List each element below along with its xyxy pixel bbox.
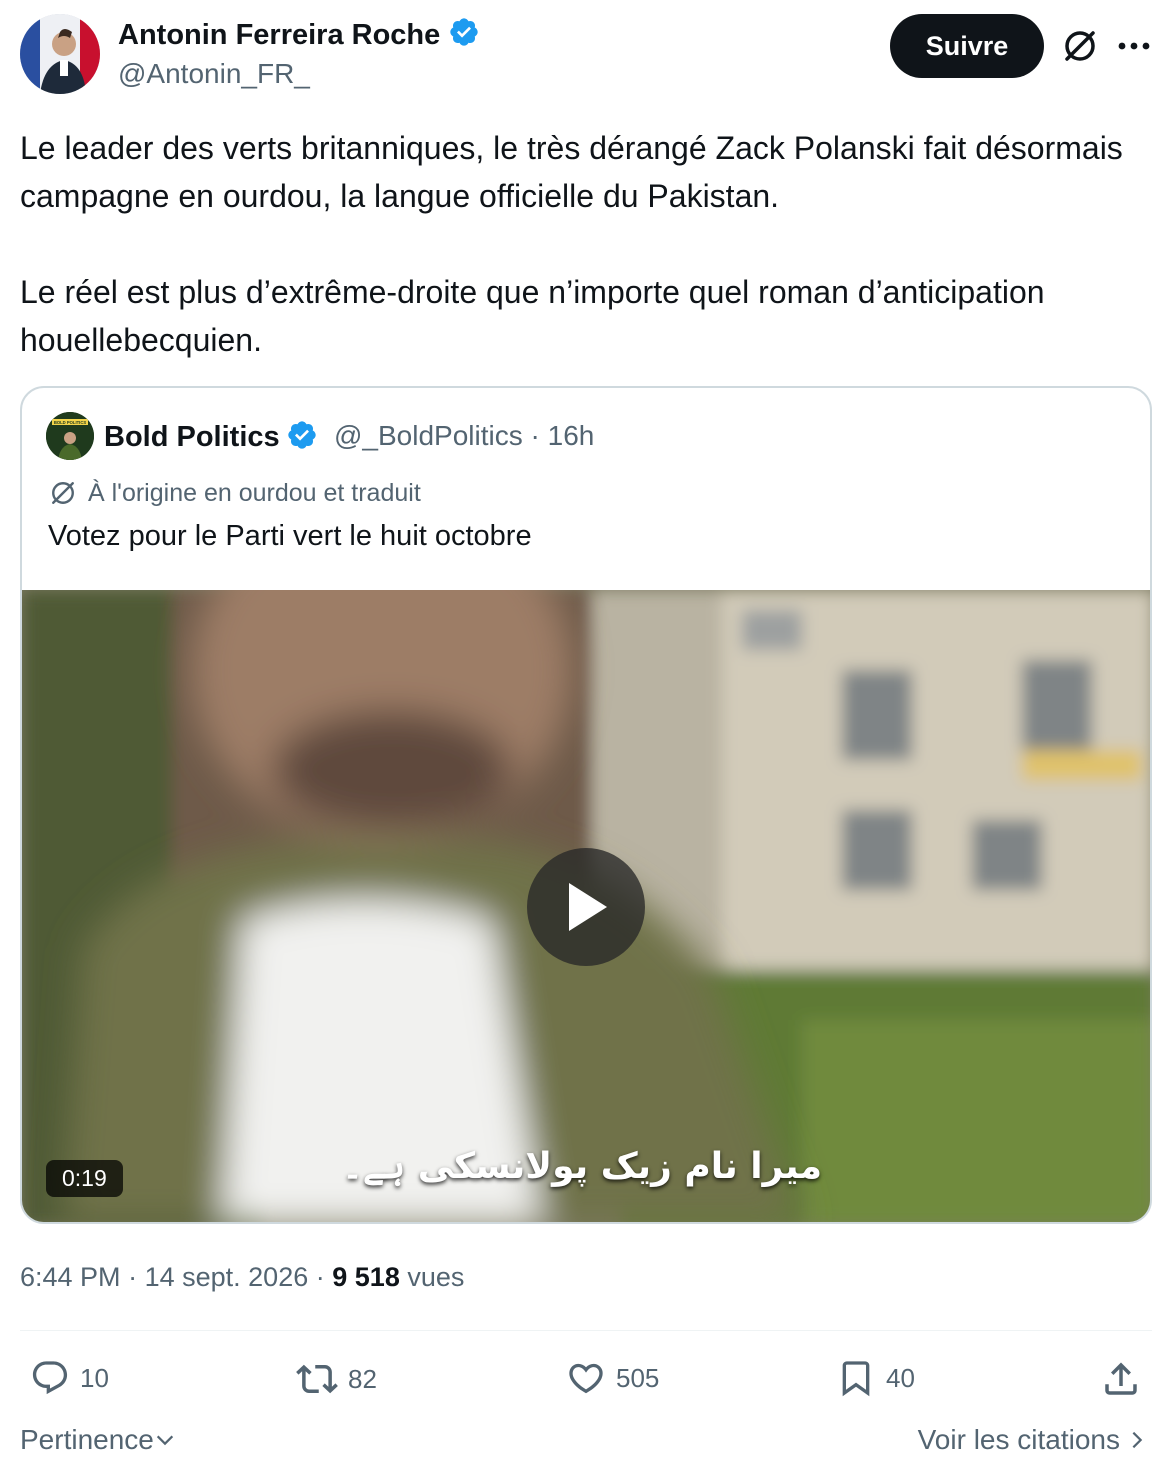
meta-separator: ·	[530, 420, 540, 451]
chevron-right-icon	[1132, 1431, 1143, 1449]
tweet-text: Le leader des verts britanniques, le trè…	[20, 124, 1150, 364]
view-quotes-label[interactable]: Voir les citations	[918, 1424, 1120, 1456]
repost-icon	[296, 1364, 338, 1394]
quoted-tweet-text: Votez pour le Parti vert le huit octobre	[48, 520, 532, 552]
bookmark-icon	[842, 1361, 870, 1397]
quoted-handle[interactable]: @_BoldPolitics	[334, 420, 523, 451]
quoted-author-name-text[interactable]: Bold Politics	[104, 421, 280, 453]
tweet-paragraph-1: Le leader des verts britanniques, le trè…	[20, 130, 1123, 214]
reply-icon	[32, 1361, 68, 1395]
meta-separator: ·	[128, 1262, 138, 1292]
no-translate-icon	[52, 482, 74, 504]
verified-badge-icon	[286, 419, 318, 459]
chevron-down-icon	[156, 1435, 173, 1446]
video-player[interactable]: میرا نام زیک پولانسکی ہے۔ 0:19	[22, 590, 1150, 1222]
tweet-date[interactable]: 14 sept. 2026	[145, 1262, 309, 1292]
tweet-time[interactable]: 6:44 PM	[20, 1262, 121, 1292]
repost-button[interactable]: 82	[296, 1358, 377, 1400]
like-button[interactable]: 505	[566, 1358, 659, 1398]
svg-text:BOLD POLITICS: BOLD POLITICS	[54, 420, 87, 425]
share-icon	[1105, 1362, 1137, 1395]
verified-badge-icon	[448, 16, 480, 56]
bookmark-button[interactable]: 40	[836, 1358, 915, 1398]
repost-count: 82	[348, 1363, 377, 1394]
author-name[interactable]: Antonin Ferreira Roche	[118, 16, 480, 56]
quoted-time[interactable]: 16h	[548, 420, 595, 451]
sort-dropdown[interactable]: Pertinence	[20, 1424, 176, 1456]
quoted-author-name[interactable]: Bold Politics	[104, 419, 318, 459]
more-icon[interactable]	[1112, 24, 1156, 68]
views-count: 9 518	[332, 1262, 400, 1292]
views-label: vues	[407, 1262, 465, 1292]
quoted-tweet-card[interactable]: BOLD POLITICS Bold Politics @_BoldPoliti…	[20, 386, 1152, 1224]
video-subtitle: میرا نام زیک پولانسکی ہے۔	[341, 1146, 822, 1187]
meta-separator: ·	[315, 1262, 325, 1292]
reply-count: 10	[80, 1362, 109, 1393]
view-quotes-link[interactable]: Voir les citations	[918, 1424, 1148, 1456]
translation-note: À l'origine en ourdou et traduit	[48, 478, 421, 508]
divider	[20, 1330, 1152, 1331]
author-name-text[interactable]: Antonin Ferreira Roche	[118, 19, 440, 51]
share-button[interactable]	[1100, 1358, 1152, 1400]
play-button[interactable]	[527, 848, 645, 966]
quoted-avatar[interactable]: BOLD POLITICS	[46, 412, 94, 460]
tweet-paragraph-2: Le réel est plus d’extrême-droite que n’…	[20, 274, 1045, 358]
sort-label[interactable]: Pertinence	[20, 1424, 154, 1456]
author-avatar[interactable]	[20, 14, 100, 94]
quoted-meta: @_BoldPolitics · 16h	[334, 420, 594, 452]
reply-button[interactable]: 10	[30, 1358, 109, 1398]
no-translate-icon[interactable]	[1058, 24, 1102, 68]
translation-note-text: À l'origine en ourdou et traduit	[88, 478, 421, 507]
author-handle[interactable]: @Antonin_FR_	[118, 58, 310, 90]
like-count: 505	[616, 1362, 660, 1393]
heart-icon	[569, 1363, 603, 1394]
play-icon	[569, 883, 607, 931]
bookmark-count: 40	[886, 1362, 915, 1393]
follow-button[interactable]: Suivre	[890, 14, 1044, 78]
tweet-timestamp: 6:44 PM · 14 sept. 2026 · 9 518 vues	[20, 1262, 464, 1293]
video-duration-badge: 0:19	[46, 1160, 123, 1197]
